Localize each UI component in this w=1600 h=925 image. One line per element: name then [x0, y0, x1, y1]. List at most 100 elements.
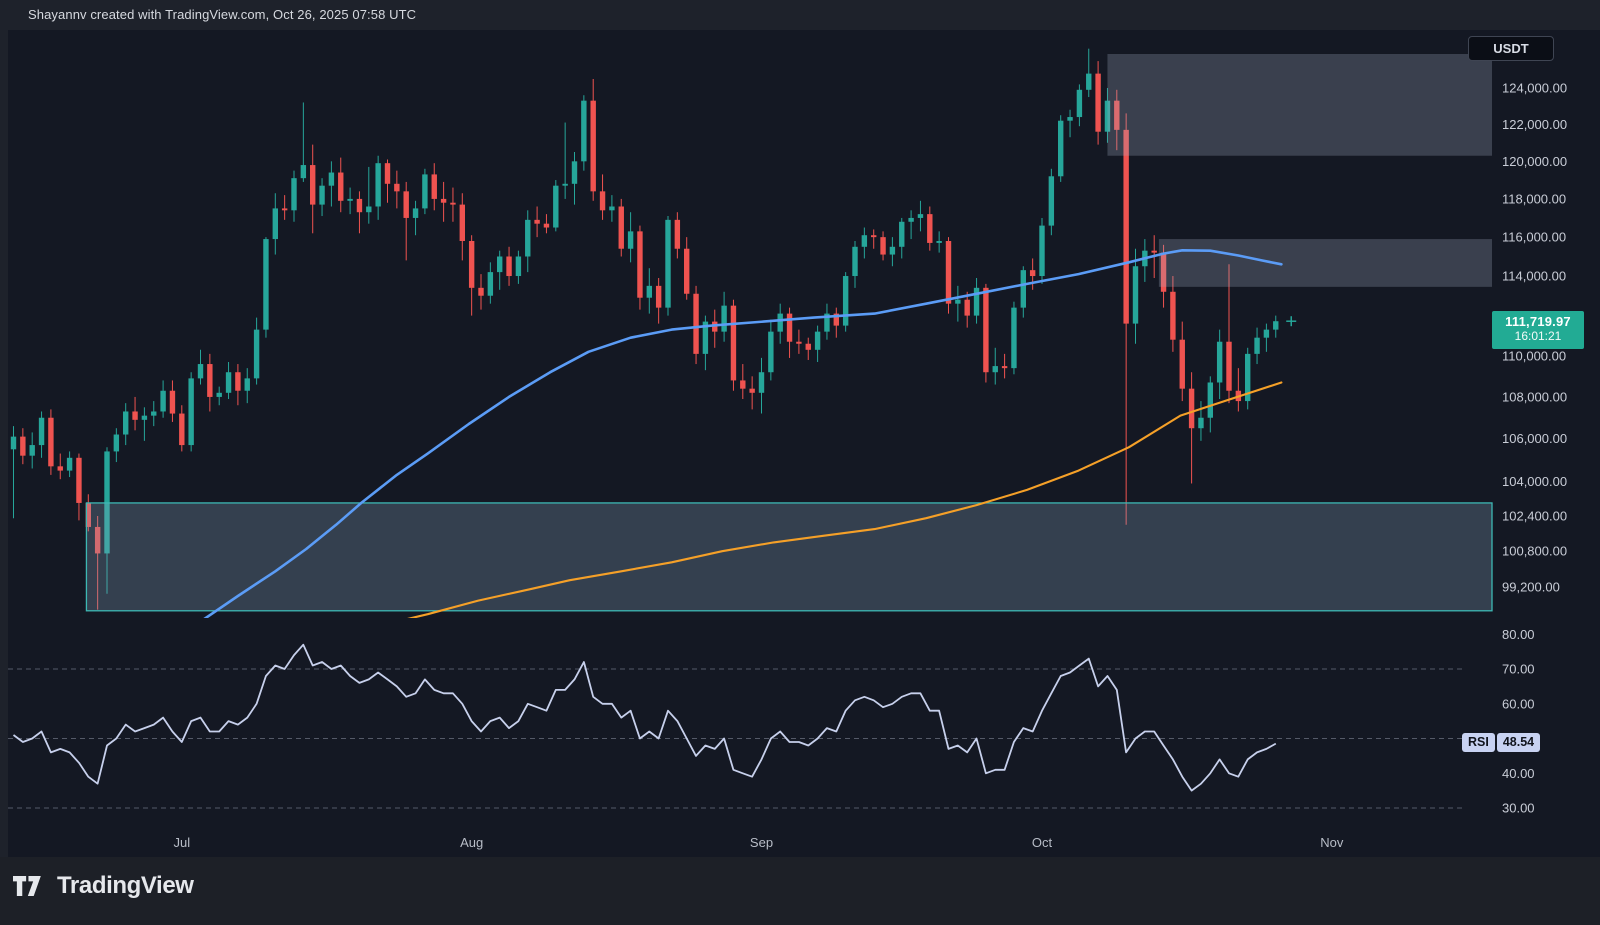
candle-body	[852, 247, 857, 276]
attribution-text: Shayannv created with TradingView.com, O…	[28, 7, 416, 22]
candle-body	[114, 435, 119, 452]
candle-body	[198, 364, 203, 378]
tradingview-chart-screen: Shayannv created with TradingView.com, O…	[0, 0, 1600, 925]
candle-body	[1254, 338, 1259, 354]
resistance-zone-mid[interactable]	[1159, 239, 1492, 287]
candle-body	[675, 220, 680, 249]
last-price-value: 111,719.97	[1492, 314, 1584, 329]
price-chart-canvas[interactable]: 124,000.00122,000.00120,000.00118,000.00…	[0, 0, 1600, 925]
candle-body	[170, 391, 175, 414]
candle-body	[693, 294, 698, 354]
candle-body	[1077, 90, 1082, 117]
candle-body	[366, 207, 371, 213]
candle-body	[1123, 130, 1128, 324]
rsi-axis-label: 30.00	[1502, 801, 1535, 816]
time-axis-month-label: Aug	[460, 835, 483, 850]
price-axis-label: 110,000.00	[1502, 348, 1566, 363]
candle-body	[235, 372, 240, 391]
rsi-axis-label: 70.00	[1502, 662, 1535, 677]
candle-body	[394, 184, 399, 192]
candle-body	[871, 235, 876, 237]
candle-body	[890, 247, 895, 255]
candle-body	[1226, 342, 1231, 391]
tradingview-logo-text: TradingView	[57, 872, 194, 900]
price-axis-label: 102,400.00	[1502, 509, 1567, 524]
rsi-value: 48.54	[1497, 733, 1540, 752]
candle-body	[843, 276, 848, 326]
candle-body	[740, 380, 745, 388]
candle-body	[637, 231, 642, 297]
candle-body	[1133, 266, 1138, 323]
candle-body	[880, 237, 885, 254]
candle-body	[768, 332, 773, 373]
candle-body	[525, 220, 530, 257]
candle-body	[1030, 270, 1035, 276]
time-axis-month-label: Jul	[173, 835, 190, 850]
candle-body	[609, 207, 614, 211]
candle-body	[534, 220, 539, 224]
candle-body	[132, 411, 137, 419]
candle-body	[188, 378, 193, 445]
candle-body	[1011, 308, 1016, 368]
candle-body	[338, 173, 343, 201]
candle-body	[1208, 382, 1213, 417]
price-axis-label: 118,000.00	[1502, 191, 1566, 206]
price-axis-label: 106,000.00	[1502, 431, 1567, 446]
candle-body	[619, 207, 624, 249]
price-axis-label: 114,000.00	[1502, 269, 1566, 284]
candle-body	[282, 208, 287, 210]
candle-body	[572, 161, 577, 183]
time-axis-month-label: Oct	[1032, 835, 1053, 850]
candle-body	[908, 218, 913, 222]
candle-body	[450, 203, 455, 205]
candle-body	[936, 241, 941, 243]
candle-body	[581, 101, 586, 162]
price-axis-label: 122,000.00	[1502, 117, 1567, 132]
candle-body	[600, 191, 605, 210]
candle-body	[207, 364, 212, 397]
last-price-badge: 111,719.97 16:01:21	[1492, 311, 1584, 349]
price-axis-label: 99,200.00	[1502, 580, 1560, 595]
candle-body	[665, 220, 670, 308]
candle-body	[684, 249, 689, 294]
candle-body	[749, 389, 754, 393]
candle-body	[1198, 418, 1203, 428]
candle-body	[591, 101, 596, 192]
candle-body	[254, 330, 259, 379]
candle-body	[1152, 251, 1157, 253]
candle-body	[20, 437, 25, 456]
attribution-bar: Shayannv created with TradingView.com, O…	[0, 0, 1600, 30]
candle-body	[731, 306, 736, 381]
candle-body	[469, 241, 474, 288]
candle-body	[918, 214, 923, 218]
footer-bar: TradingView	[0, 857, 1600, 925]
candle-body	[796, 342, 801, 344]
bar-close-countdown: 16:01:21	[1492, 329, 1584, 343]
candle-body	[862, 235, 867, 247]
candle-body	[39, 418, 44, 445]
candle-body	[656, 286, 661, 308]
price-axis-label: 104,000.00	[1502, 474, 1567, 489]
price-axis-label: 100,800.00	[1502, 544, 1567, 559]
tradingview-logo[interactable]: TradingView	[13, 872, 194, 900]
candle-body	[1067, 117, 1072, 121]
candle-body	[497, 256, 502, 272]
candle-body	[506, 256, 511, 276]
candle-body	[329, 173, 334, 186]
candle-body	[11, 437, 16, 450]
candle-body	[375, 163, 380, 206]
candle-body	[1180, 340, 1185, 389]
candle-body	[1264, 330, 1269, 338]
candle-body	[974, 288, 979, 316]
candle-body	[759, 372, 764, 393]
candle-body	[478, 288, 483, 296]
candle-body	[806, 344, 811, 350]
time-axis-month-label: Nov	[1320, 835, 1344, 850]
rsi-value-badge: RSI 48.54	[1462, 733, 1540, 752]
price-axis-label: 124,000.00	[1502, 81, 1567, 96]
resistance-zone-upper[interactable]	[1107, 54, 1492, 156]
candle-body	[58, 466, 63, 470]
currency-toggle-button[interactable]: USDT	[1468, 36, 1554, 61]
candle-body	[1273, 321, 1278, 329]
candle-body	[955, 300, 960, 304]
